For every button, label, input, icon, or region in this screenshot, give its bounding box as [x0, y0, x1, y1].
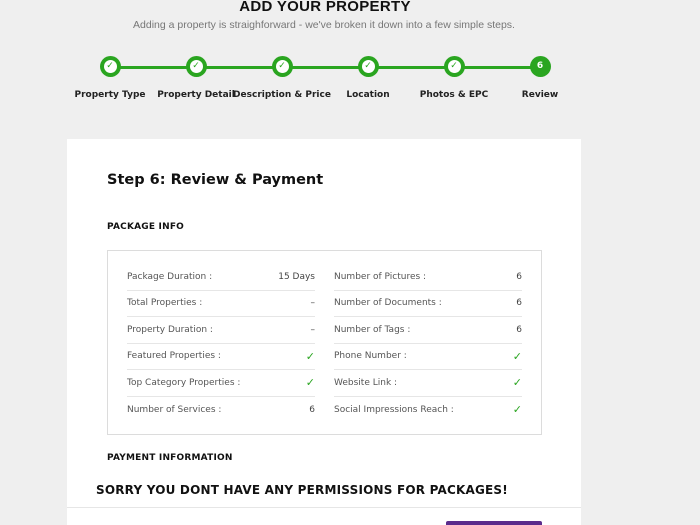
step-number-badge: 6: [529, 56, 551, 77]
check-icon: ✓: [305, 376, 315, 390]
package-info-value: 6: [516, 298, 522, 309]
package-info-row: Number of Tags : 6: [334, 317, 522, 344]
step-label: Property Detail: [157, 90, 235, 100]
package-info-label: Social Impressions Reach :: [334, 404, 454, 415]
no-permission-message: SORRY YOU DONT HAVE ANY PERMISSIONS FOR …: [96, 483, 508, 497]
package-info-row: Top Category Properties : ✓: [127, 370, 315, 397]
package-info-label: Number of Documents :: [334, 298, 442, 309]
package-info-label: Top Category Properties :: [127, 377, 241, 388]
step-label: Location: [346, 90, 390, 100]
review-title: Step 6: Review & Payment: [107, 172, 324, 188]
check-icon: ✓: [512, 376, 522, 390]
page-subtitle: Adding a property is straighforward - we…: [133, 19, 515, 31]
package-info-value: 6: [516, 271, 522, 282]
package-info-heading: PACKAGE INFO: [107, 222, 185, 232]
package-info-row: Total Properties : –: [127, 291, 316, 317]
package-info-row: Featured Properties : ✓: [127, 344, 315, 370]
step-label: Property Type: [74, 90, 146, 100]
step-label: Review: [521, 90, 559, 100]
package-info-value: 6: [309, 404, 315, 415]
payment-info-heading: PAYMENT INFORMATION: [107, 453, 233, 463]
package-info-label: Total Properties :: [127, 298, 203, 309]
package-info-label: Website Link :: [334, 377, 398, 388]
package-info-row: Number of Pictures : 6: [334, 264, 522, 291]
package-info-table: Package Duration : 15 Days Total Propertie…: [107, 250, 542, 435]
divider: [67, 507, 581, 508]
step-6[interactable]: 6 Review: [490, 56, 590, 100]
progress-stepper: ✓ Property Type ✓ Property Detail ✓ Descripti…: [0, 56, 700, 116]
package-info-label: Featured Properties :: [127, 351, 221, 362]
package-info-value: 6: [516, 324, 522, 335]
package-info-row: Phone Number : ✓: [334, 344, 522, 370]
step-complete-check-icon: ✓: [99, 56, 121, 77]
package-info-row: Website Link : ✓: [334, 370, 522, 397]
step-label: Description & Price: [233, 90, 331, 100]
package-info-label: Number of Pictures :: [334, 271, 427, 282]
step-3[interactable]: ✓ Description & Price: [232, 56, 332, 100]
package-info-value: –: [310, 324, 316, 335]
step-complete-check-icon: ✓: [271, 56, 293, 77]
package-info-row: Social Impressions Reach : ✓: [334, 397, 522, 424]
package-info-row: Number of Services : 6: [127, 397, 315, 424]
package-info-label: Package Duration :: [127, 271, 213, 282]
package-info-value: 15 Days: [278, 271, 315, 282]
check-icon: ✓: [305, 349, 315, 363]
package-info-left-column: Package Duration : 15 Days Total Propertie…: [127, 264, 315, 423]
package-info-label: Property Duration :: [127, 324, 213, 335]
step-label: Photos & EPC: [419, 90, 489, 100]
page-title: ADD YOUR PROPERTY: [239, 0, 411, 15]
step-complete-check-icon: ✓: [185, 56, 207, 77]
package-info-row: Number of Documents : 6: [334, 291, 522, 317]
step-1[interactable]: ✓ Property Type: [60, 56, 160, 100]
package-info-value: –: [310, 298, 316, 309]
step-complete-check-icon: ✓: [357, 56, 379, 77]
check-icon: ✓: [512, 403, 522, 417]
package-info-label: Number of Tags :: [334, 324, 411, 335]
package-info-row: Property Duration : –: [127, 317, 315, 344]
step-2[interactable]: ✓ Property Detail: [146, 56, 246, 100]
step-complete-check-icon: ✓: [443, 56, 465, 77]
package-info-row: Package Duration : 15 Days: [127, 264, 315, 291]
package-info-label: Phone Number :: [334, 351, 407, 362]
submit-button[interactable]: [446, 521, 542, 525]
package-info-right-column: Number of Pictures :6 Number of Documents…: [334, 264, 522, 423]
check-icon: ✓: [512, 349, 522, 363]
step-5[interactable]: ✓ Photos & EPC: [404, 56, 504, 100]
step-4[interactable]: ✓ Location: [318, 56, 418, 100]
package-info-label: Number of Services :: [127, 404, 222, 415]
